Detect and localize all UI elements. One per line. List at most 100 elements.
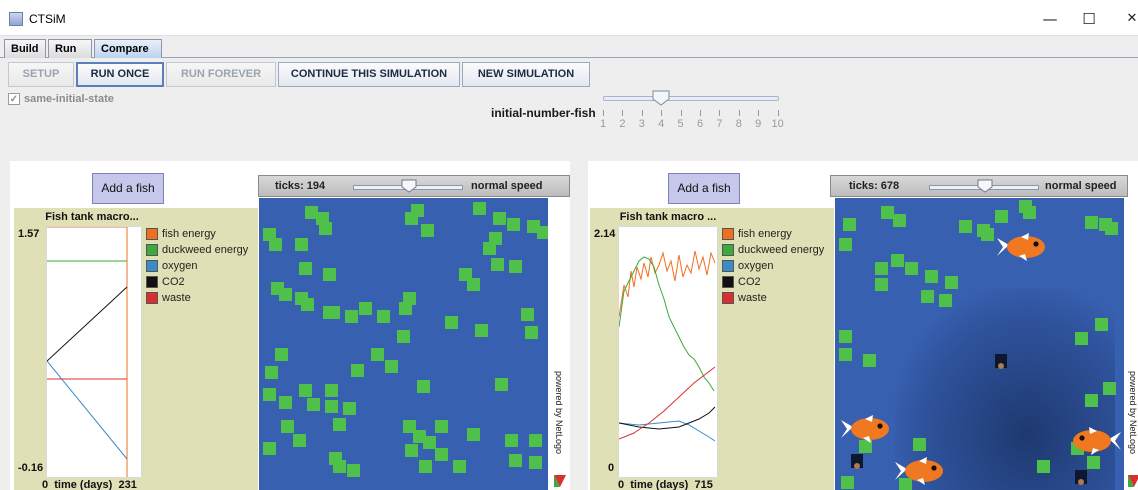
world-view-left[interactable] [259,198,548,490]
slider-tick [680,110,682,116]
x-max-left: 231 [118,479,137,490]
fish-icon[interactable] [995,232,1049,262]
x-label-right: time (days) [630,479,689,490]
speed-slider-knob-right[interactable] [977,179,993,193]
new-simulation-button[interactable]: NEW SIMULATION [462,62,590,87]
duckweed-patch [529,434,542,447]
duckweed-patch [435,420,448,433]
duckweed-patch [1105,222,1118,235]
setup-button[interactable]: SETUP [8,62,74,87]
slider-tick [777,110,779,116]
initial-number-fish-ticks [601,110,781,118]
duckweed-patch [1085,394,1098,407]
duckweed-patch [263,388,276,401]
waste-particle [1078,479,1084,485]
duckweed-patch [319,222,332,235]
duckweed-patch [397,330,410,343]
slider-tick [641,110,643,116]
duckweed-patch [263,442,276,455]
same-initial-state-checkbox[interactable]: ✓ [8,93,20,105]
slider-tick-label: 3 [638,118,645,130]
powered-by-netlogo-right: powered by NetLogo [1128,371,1138,455]
duckweed-patch [493,212,506,225]
slider-tick-label: 9 [755,118,762,130]
waste-particle [998,363,1004,369]
initial-number-fish-label: initial-number-fish [491,106,596,120]
initial-number-fish-slider-knob[interactable] [652,90,670,106]
duckweed-patch [925,270,938,283]
duckweed-patch [323,268,336,281]
slider-tick-label: 10 [771,118,784,130]
view-header-right: ticks: 678 normal speed [830,175,1128,197]
slider-tick [603,110,604,116]
slider-tick-label: 4 [658,118,665,130]
netlogo-logo-right [1128,475,1138,487]
minimize-button[interactable]: — [1038,8,1062,30]
duckweed-patch [445,316,458,329]
simulation-panel-left: Add a fish Fish tank macro... 1.57 -0.16… [10,161,570,490]
fish-icon[interactable] [893,456,947,486]
fish-icon[interactable] [1069,426,1123,456]
legend-swatch [146,276,158,288]
legend-label: duckweed energy [738,244,825,256]
plot-lines-left [46,226,128,477]
run-once-button[interactable]: RUN ONCE [76,62,164,87]
duckweed-patch [377,310,390,323]
duckweed-patch [891,254,904,267]
tab-compare[interactable]: Compare [94,39,162,58]
series-co2-left [46,286,128,362]
duckweed-patch [453,460,466,473]
y-min-left: -0.16 [18,462,44,474]
duckweed-patch [893,214,906,227]
duckweed-patch [299,262,312,275]
maximize-button[interactable]: ☐ [1077,8,1101,30]
x-max-right: 715 [694,479,713,490]
tab-run[interactable]: Run [48,39,92,58]
slider-tick-label: 1 [599,118,607,130]
window-title: CTSiM [29,12,66,26]
duckweed-patch [473,202,486,215]
duckweed-patch [939,294,952,307]
duckweed-patch [509,260,522,273]
duckweed-patch [521,308,534,321]
series-co2-right [618,406,716,430]
waste-marker [1075,470,1087,485]
legend-label: waste [162,292,191,304]
duckweed-patch [1037,460,1050,473]
speed-slider-knob-left[interactable] [401,179,417,193]
duckweed-patch [343,402,356,415]
duckweed-patch [325,400,338,413]
duckweed-patch [905,262,918,275]
run-forever-button[interactable]: RUN FOREVER [166,62,276,87]
slider-tick-label: 6 [696,118,704,130]
legend-swatch [146,228,158,240]
legend-swatch [722,228,734,240]
duckweed-patch [269,238,282,251]
continue-simulation-button[interactable]: CONTINUE THIS SIMULATION [278,62,460,87]
legend-label: fish energy [738,228,792,240]
speed-label-right: normal speed [1045,180,1117,192]
series-oxygen-right [618,420,716,442]
plot-lines-right [618,250,716,442]
duckweed-patch [491,258,504,271]
initial-number-fish-slider-track[interactable] [603,96,779,101]
legend-swatch [722,260,734,272]
add-fish-button-left[interactable]: Add a fish [92,173,164,204]
duckweed-patch [1075,332,1088,345]
legend-label: fish energy [162,228,216,240]
slider-tick-label: 2 [619,118,626,130]
duckweed-patch [507,218,520,231]
duckweed-patch [467,278,480,291]
close-button[interactable]: ✕ [1120,8,1138,30]
ticks-counter-right: ticks: 678 [849,180,900,192]
plot-area-right [618,226,718,478]
series-duckweed-energy-right [618,256,715,392]
duckweed-patch [385,360,398,373]
tab-build[interactable]: Build [4,39,46,58]
fish-icon[interactable] [839,414,893,444]
duckweed-patch [405,444,418,457]
world-view-right[interactable] [835,198,1124,490]
legend-label: duckweed energy [162,244,249,256]
add-fish-button-right[interactable]: Add a fish [668,173,740,204]
slider-tick-label: 8 [735,118,742,130]
